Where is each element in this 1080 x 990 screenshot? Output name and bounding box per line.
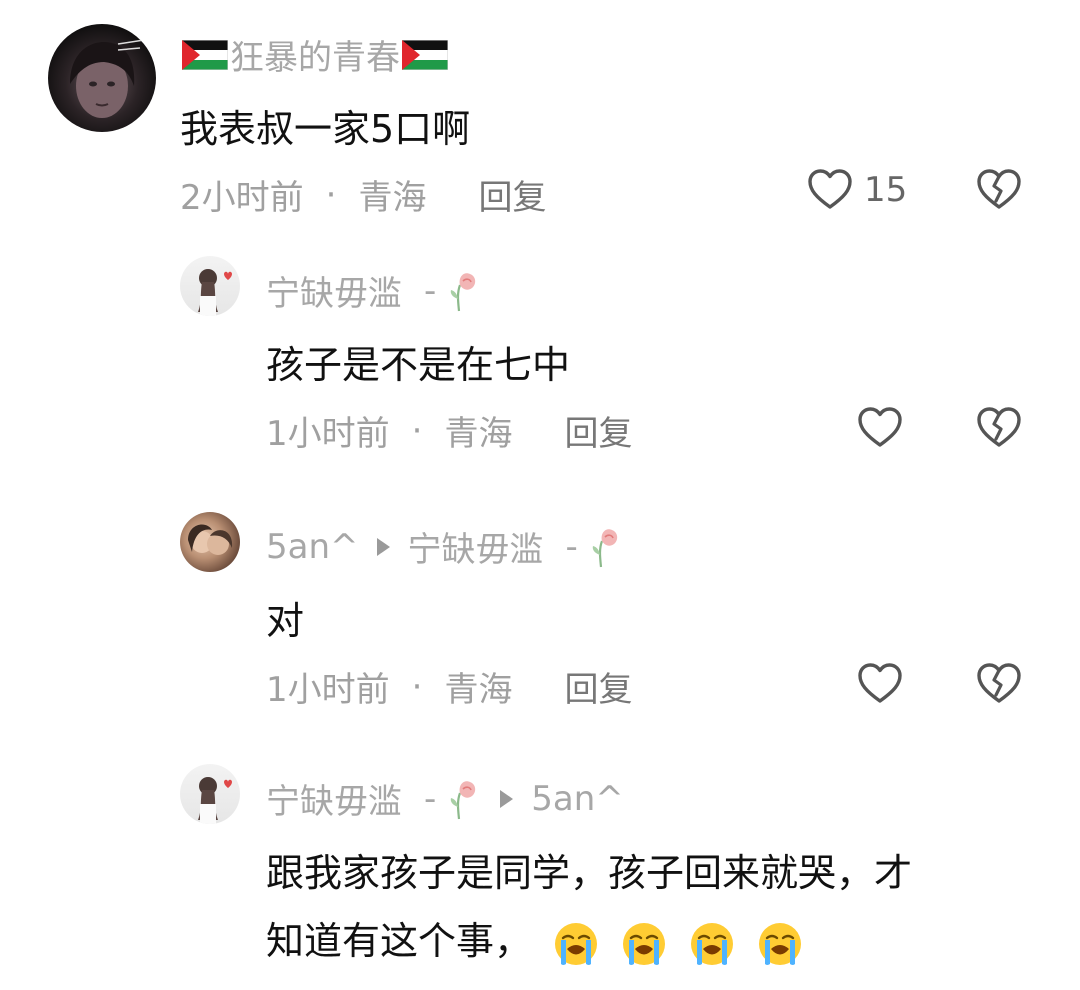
dislike-button[interactable]	[975, 660, 1023, 712]
comment-text-line-1: 跟我家孩子是同学，孩子回来就哭，才	[266, 851, 913, 895]
comment-text-line-2: 知道有这个事，	[266, 910, 804, 968]
comment-text: 我表叔一家5口啊	[180, 107, 471, 151]
comment-meta: 1小时前 · 青海 回复	[266, 662, 632, 711]
like-button[interactable]	[856, 660, 904, 708]
comment-meta: 2小时前 · 青海 回复	[180, 170, 546, 219]
username[interactable]: 宁缺毋滥 - 5an^	[266, 774, 624, 823]
avatar-portrait-icon	[70, 39, 145, 118]
location: 青海	[358, 178, 427, 218]
wilted-rose-icon	[442, 269, 482, 313]
broken-heart-icon	[975, 166, 1023, 214]
heart-outline-icon	[856, 660, 904, 708]
loudly-crying-face-emoji	[756, 920, 804, 968]
reply-to-username[interactable]: 宁缺毋滥	[408, 522, 544, 571]
timestamp: 1小时前	[266, 414, 390, 454]
reply-button[interactable]: 回复	[564, 406, 632, 455]
username-suffix: -	[424, 778, 437, 819]
avatar[interactable]	[180, 764, 240, 824]
username-text: 宁缺毋滥	[266, 274, 402, 314]
dislike-button[interactable]	[975, 166, 1023, 218]
like-count: 15	[864, 170, 908, 210]
location: 青海	[444, 414, 513, 454]
username[interactable]: 狂暴的青春	[180, 30, 450, 79]
play-arrow-icon	[376, 537, 390, 556]
palestine-flag-icon	[182, 40, 228, 70]
timestamp: 2小时前	[180, 178, 304, 218]
username[interactable]: 宁缺毋滥 -	[266, 266, 482, 315]
avatar-couple-icon	[188, 524, 233, 555]
avatar[interactable]	[180, 512, 240, 572]
username-suffix: -	[565, 526, 578, 567]
location: 青海	[444, 670, 513, 710]
like-button[interactable]: 15	[806, 166, 907, 214]
comment-text: 孩子是不是在七中	[266, 343, 571, 387]
username-suffix: -	[424, 270, 437, 311]
reply-button[interactable]: 回复	[564, 662, 632, 711]
broken-heart-icon	[975, 660, 1023, 708]
comment-meta: 1小时前 · 青海 回复	[266, 406, 632, 455]
separator: ·	[325, 174, 337, 215]
broken-heart-icon	[975, 404, 1023, 452]
username[interactable]: 5an^ 宁缺毋滥 -	[266, 522, 624, 571]
palestine-flag-icon	[402, 40, 448, 70]
timestamp: 1小时前	[266, 670, 390, 710]
avatar[interactable]	[180, 256, 240, 316]
like-button[interactable]	[856, 404, 904, 452]
loudly-crying-face-emoji	[552, 920, 600, 968]
separator: ·	[411, 410, 423, 451]
loudly-crying-face-emoji	[688, 920, 736, 968]
avatar-girl-icon	[198, 269, 232, 316]
username-text: 狂暴的青春	[230, 38, 400, 78]
username-text: 5an^	[266, 526, 359, 567]
reply-button[interactable]: 回复	[478, 170, 546, 219]
reply-to-username[interactable]: 5an^	[531, 779, 624, 819]
wilted-rose-icon	[584, 525, 624, 569]
heart-outline-icon	[856, 404, 904, 452]
comment-text: 对	[266, 599, 305, 643]
avatar-girl-icon	[198, 777, 232, 824]
separator: ·	[411, 666, 423, 707]
wilted-rose-icon	[442, 777, 482, 821]
dislike-button[interactable]	[975, 404, 1023, 456]
heart-outline-icon	[806, 166, 854, 214]
username-text: 宁缺毋滥	[266, 782, 402, 822]
play-arrow-icon	[500, 789, 514, 808]
avatar[interactable]	[48, 24, 156, 132]
comment-text: 知道有这个事，	[266, 919, 533, 963]
loudly-crying-face-emoji	[620, 920, 668, 968]
